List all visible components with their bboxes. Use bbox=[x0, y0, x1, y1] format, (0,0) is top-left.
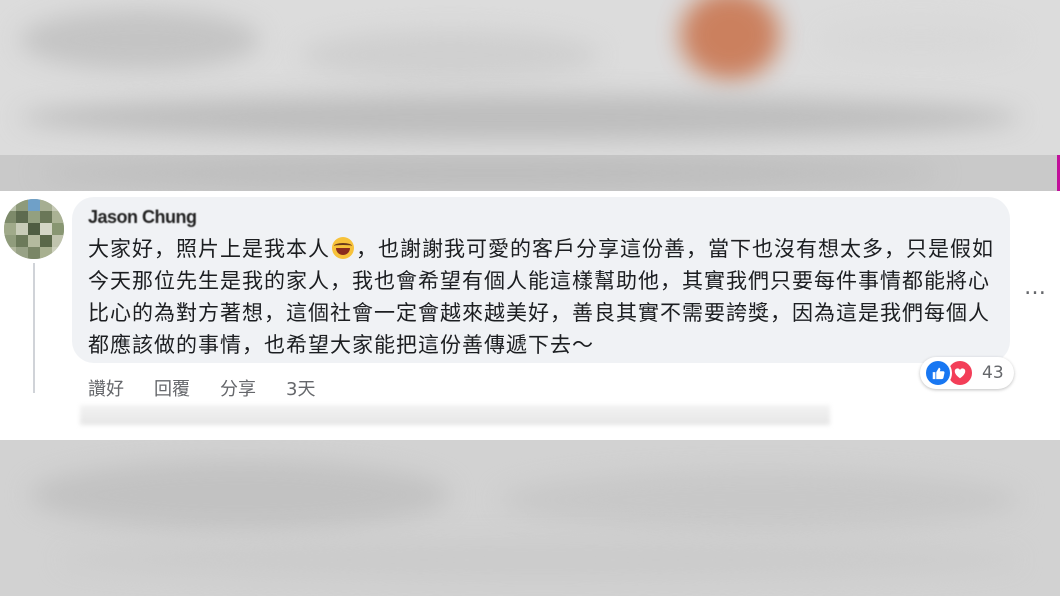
blurred-background-strip bbox=[0, 155, 1060, 191]
thread-line bbox=[33, 263, 35, 393]
like-icon bbox=[924, 359, 952, 387]
more-options-icon[interactable]: … bbox=[1024, 275, 1047, 300]
blurred-background-bottom bbox=[0, 440, 1060, 596]
comment-panel: Jason Chung 大家好，照片上是我本人 ，也謝謝我可愛的客戶分享這份善，當… bbox=[0, 191, 1060, 440]
comment-text-part-1: 大家好，照片上是我本人 bbox=[88, 237, 330, 261]
blurred-reply-area bbox=[80, 405, 830, 425]
share-button[interactable]: 分享 bbox=[220, 375, 256, 401]
comment-text-part-2: ，也謝謝我可愛的客戶分享這份善，當下也沒有想太多，只 bbox=[356, 237, 928, 261]
comment-bubble: Jason Chung 大家好，照片上是我本人 ，也謝謝我可愛的客戶分享這份善，當… bbox=[72, 197, 1010, 363]
laughing-face-icon bbox=[332, 237, 354, 259]
reactions-summary[interactable]: 43 bbox=[920, 357, 1014, 389]
reaction-count: 43 bbox=[982, 363, 1004, 383]
comment-timestamp[interactable]: 3天 bbox=[286, 375, 315, 401]
comment-text: 大家好，照片上是我本人 ，也謝謝我可愛的客戶分享這份善，當下也沒有想太多，只是假如… bbox=[88, 233, 998, 361]
comment-actions: 讚好 回覆 分享 3天 bbox=[88, 375, 315, 401]
like-button[interactable]: 讚好 bbox=[88, 375, 124, 401]
reply-button[interactable]: 回覆 bbox=[154, 375, 190, 401]
avatar[interactable] bbox=[4, 199, 64, 259]
blurred-background-top bbox=[0, 0, 1060, 155]
comment-author[interactable]: Jason Chung bbox=[88, 207, 197, 228]
